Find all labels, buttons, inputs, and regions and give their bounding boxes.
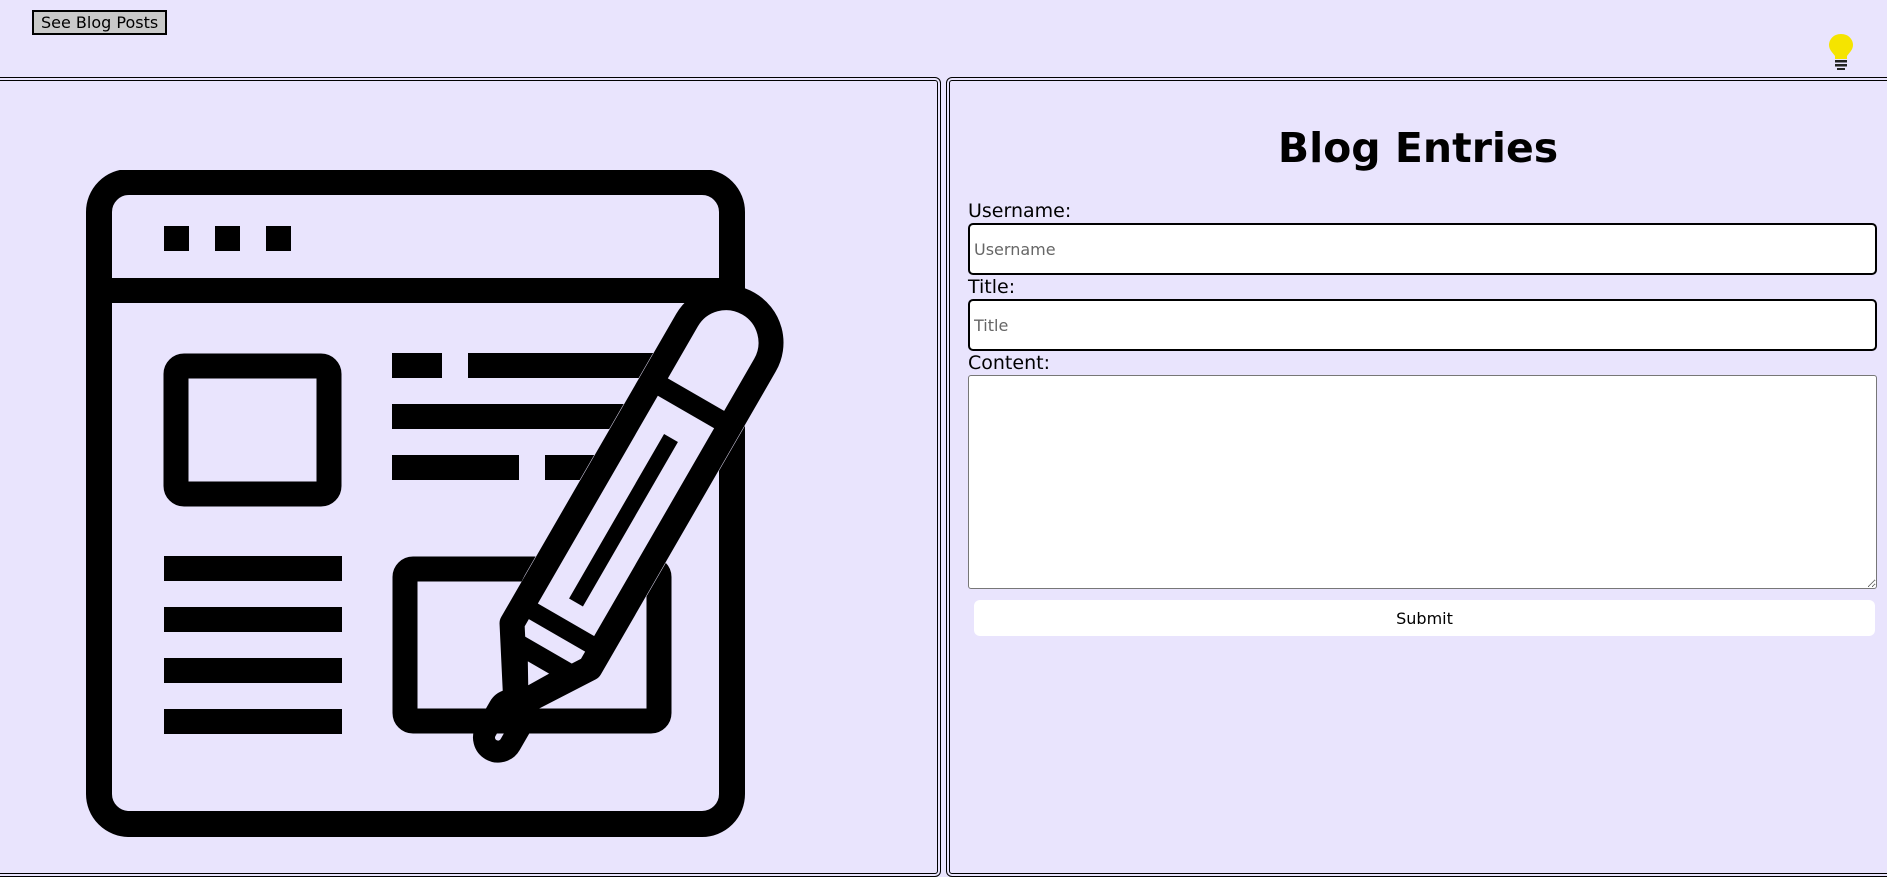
username-label: Username: (968, 200, 1072, 222)
top-bar: See Blog Posts (0, 0, 1887, 80)
content-label: Content: (968, 352, 1050, 374)
blog-writing-icon (86, 170, 784, 837)
username-input[interactable] (968, 223, 1877, 275)
content-textarea[interactable] (968, 375, 1877, 589)
lightbulb-icon[interactable] (1826, 32, 1856, 72)
submit-button[interactable]: Submit (974, 600, 1875, 636)
see-blog-posts-button[interactable]: See Blog Posts (32, 10, 168, 35)
title-input[interactable] (968, 299, 1877, 351)
title-label: Title: (968, 276, 1016, 298)
page-title: Blog Entries (1277, 124, 1559, 172)
